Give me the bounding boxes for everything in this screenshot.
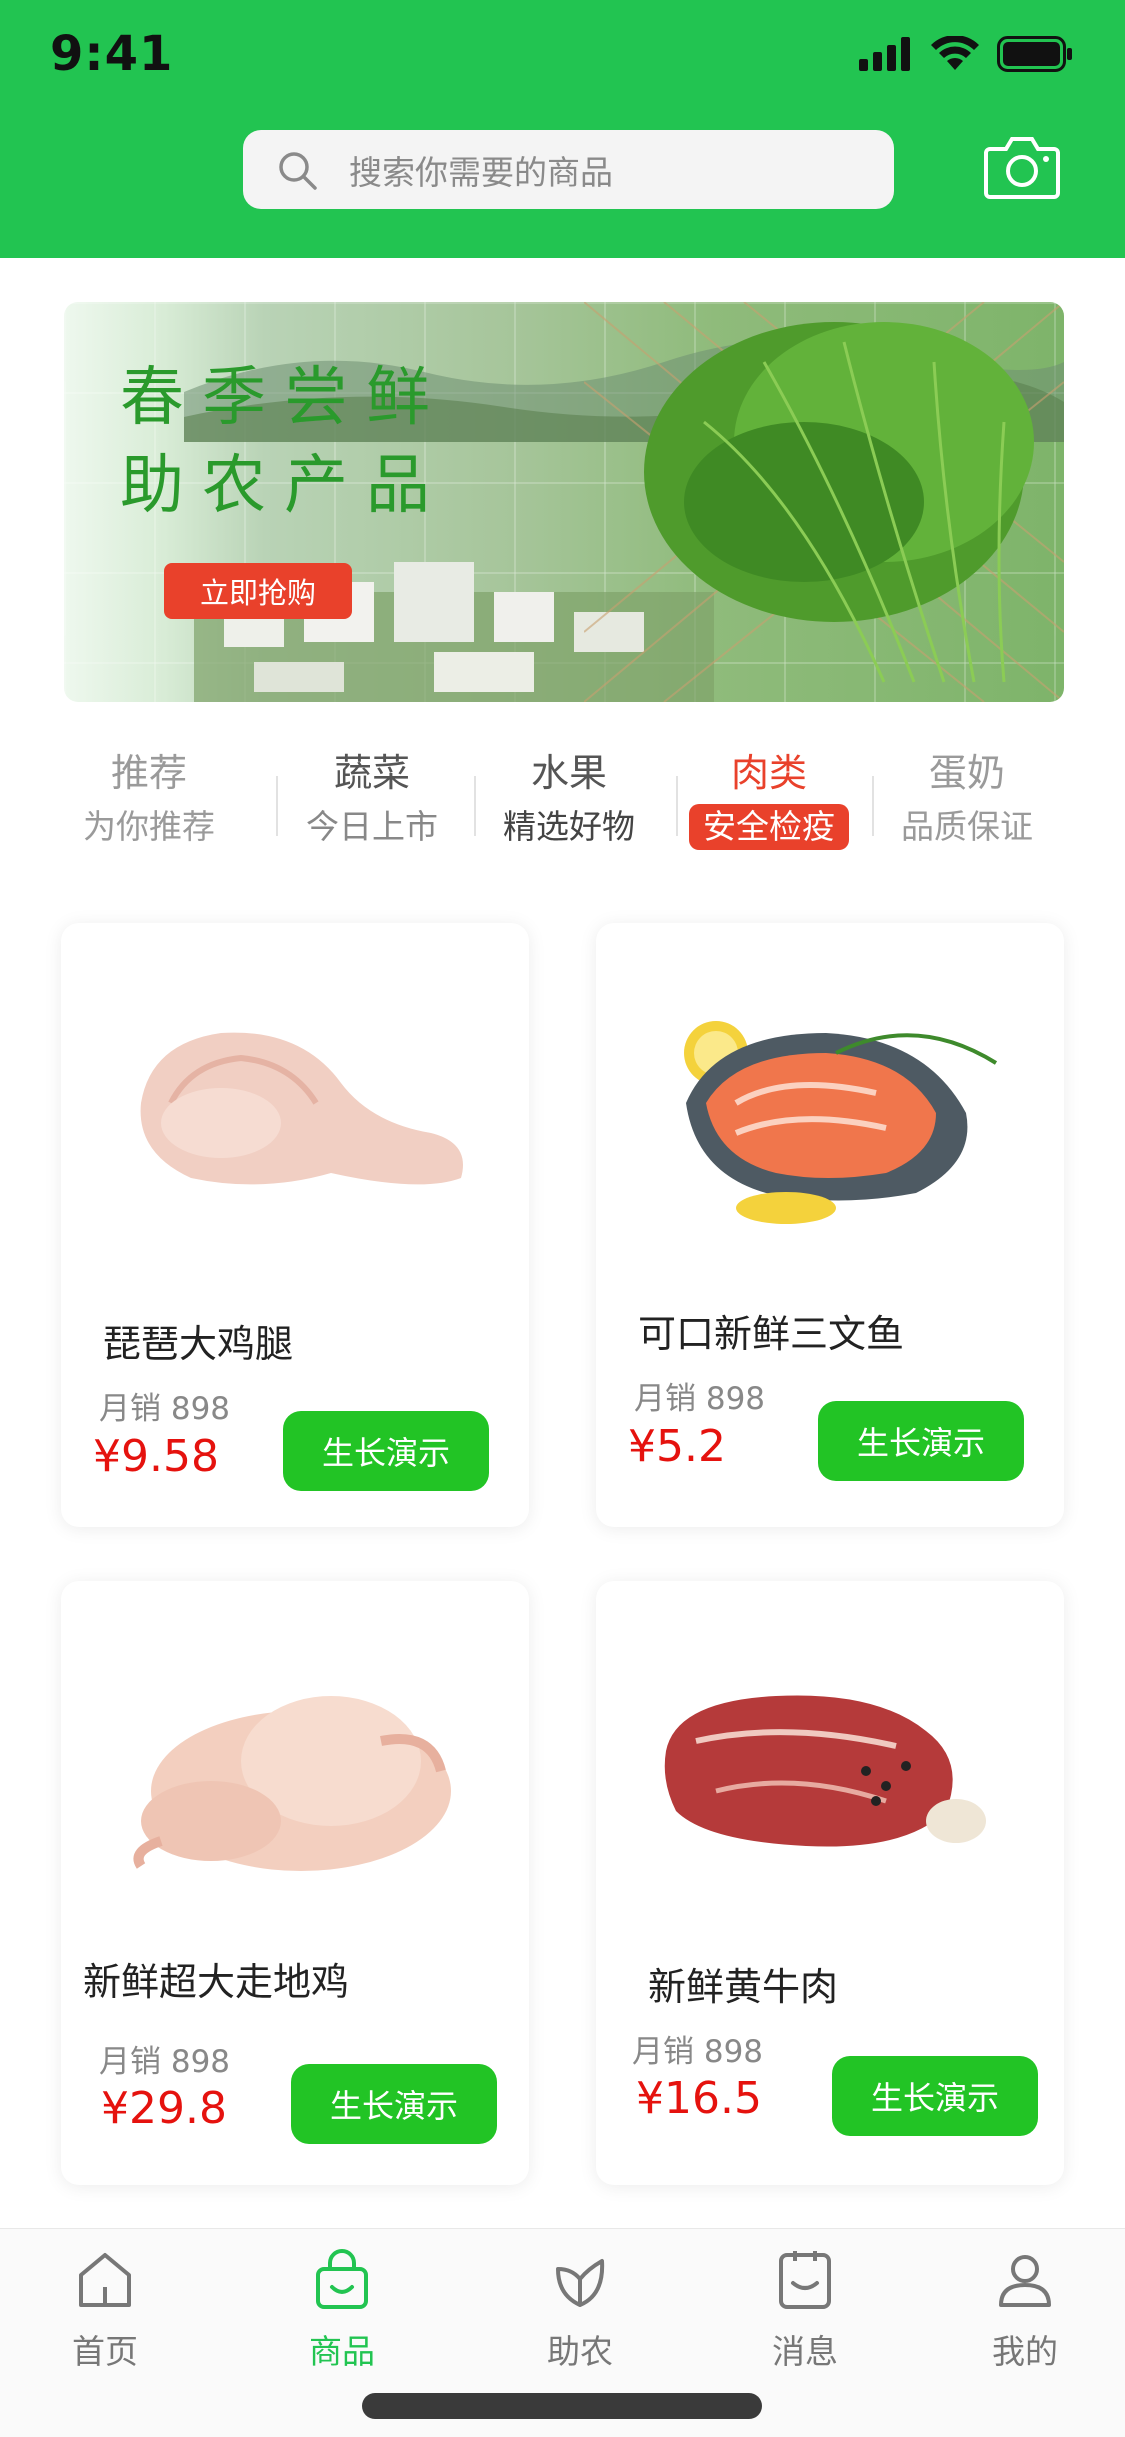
growth-demo-button[interactable]: 生长演示	[832, 2056, 1038, 2136]
product-name: 新鲜黄牛肉	[648, 1965, 839, 2009]
tab-label: 商品	[309, 2332, 375, 2371]
product-card[interactable]: 新鲜超大走地鸡 月销 898 ¥29.8 生长演示	[61, 1581, 529, 2185]
category-eggs-dairy[interactable]: 蛋奶 品质保证	[882, 748, 1052, 850]
category-title: 推荐	[110, 751, 187, 795]
tab-products[interactable]: 商品	[272, 2247, 412, 2373]
cellular-signal-icon	[859, 37, 910, 71]
message-icon	[779, 2251, 831, 2309]
status-time: 9:41	[50, 26, 174, 82]
product-price: ¥29.8	[101, 2083, 227, 2134]
tab-home[interactable]: 首页	[35, 2247, 175, 2373]
tab-label: 首页	[72, 2332, 138, 2371]
user-icon	[999, 2255, 1051, 2307]
product-price: ¥5.2	[628, 1421, 726, 1472]
search-icon	[279, 151, 317, 190]
category-subtitle: 今日上市	[306, 807, 438, 846]
category-title: 肉类	[730, 751, 807, 795]
category-divider	[676, 776, 678, 836]
banner-title-line1: 春季尝鲜	[120, 361, 448, 435]
camera-icon[interactable]	[984, 133, 1060, 199]
banner-vegetable-image	[584, 302, 1064, 702]
category-tabs: 推荐 为你推荐 蔬菜 今日上市 水果 精选好物 肉类 安全检疫 蛋奶 品质保证	[64, 748, 1064, 868]
category-subtitle: 安全检疫	[689, 804, 849, 850]
category-subtitle: 为你推荐	[83, 807, 215, 846]
home-indicator[interactable]	[362, 2393, 762, 2419]
buy-now-button[interactable]: 立即抢购	[164, 563, 352, 619]
growth-demo-button[interactable]: 生长演示	[283, 1411, 489, 1491]
home-icon	[79, 2253, 131, 2307]
product-sales: 月销 898	[99, 1391, 231, 1427]
product-sales: 月销 898	[634, 1381, 766, 1417]
category-fruits[interactable]: 水果 精选好物	[484, 748, 654, 850]
product-card[interactable]: 琵琶大鸡腿 月销 898 ¥9.58 生长演示	[61, 923, 529, 1527]
product-card[interactable]: 可口新鲜三文鱼 月销 898 ¥5.2 生长演示	[596, 923, 1064, 1527]
category-title: 水果	[530, 751, 607, 795]
tab-label: 消息	[772, 2332, 838, 2371]
status-icons	[859, 36, 1073, 72]
category-meat[interactable]: 肉类 安全检疫	[684, 748, 854, 850]
category-divider	[872, 776, 874, 836]
product-card[interactable]: 新鲜黄牛肉 月销 898 ¥16.5 生长演示	[596, 1581, 1064, 2185]
tab-label: 助农	[547, 2332, 613, 2371]
category-divider	[474, 776, 476, 836]
product-name: 可口新鲜三文鱼	[638, 1312, 905, 1356]
product-price: ¥16.5	[636, 2073, 762, 2124]
promo-banner[interactable]: 春季尝鲜 助农产品 立即抢购	[64, 302, 1064, 702]
salmon-image	[684, 1021, 998, 1224]
category-subtitle: 品质保证	[901, 807, 1033, 846]
growth-demo-button[interactable]: 生长演示	[818, 1401, 1024, 1481]
product-name: 琵琶大鸡腿	[103, 1322, 294, 1366]
banner-title: 春季尝鲜 助农产品	[120, 354, 448, 530]
tab-profile[interactable]: 我的	[955, 2247, 1095, 2373]
category-divider	[276, 776, 278, 836]
search-placeholder: 搜索你需要的商品	[349, 152, 613, 192]
product-price: ¥9.58	[93, 1431, 219, 1482]
wifi-icon	[931, 36, 979, 70]
product-sales: 月销 898	[99, 2044, 231, 2080]
category-title: 蔬菜	[333, 751, 410, 795]
category-recommend[interactable]: 推荐 为你推荐	[64, 748, 234, 850]
product-name: 新鲜超大走地鸡	[83, 1960, 350, 2004]
category-subtitle: 精选好物	[503, 807, 635, 846]
product-sales: 月销 898	[632, 2034, 764, 2070]
search-bar[interactable]: 搜索你需要的商品	[243, 130, 894, 209]
banner-title-line2: 助农产品	[120, 449, 448, 523]
tab-messages[interactable]: 消息	[735, 2247, 875, 2373]
category-vegetables[interactable]: 蔬菜 今日上市	[287, 748, 457, 850]
tab-agri-aid[interactable]: 助农	[510, 2247, 650, 2373]
beef-image	[664, 1695, 986, 1847]
whole-chicken-image	[133, 1696, 451, 1871]
tab-label: 我的	[992, 2332, 1058, 2371]
growth-demo-button[interactable]: 生长演示	[291, 2064, 497, 2144]
chicken-leg-image	[140, 1032, 464, 1185]
shopping-bag-icon	[316, 2249, 368, 2309]
battery-icon	[997, 36, 1072, 72]
category-title: 蛋奶	[928, 751, 1005, 795]
leaf-icon	[556, 2259, 605, 2307]
app-header: 9:41 搜索你需要的商品	[0, 0, 1125, 258]
